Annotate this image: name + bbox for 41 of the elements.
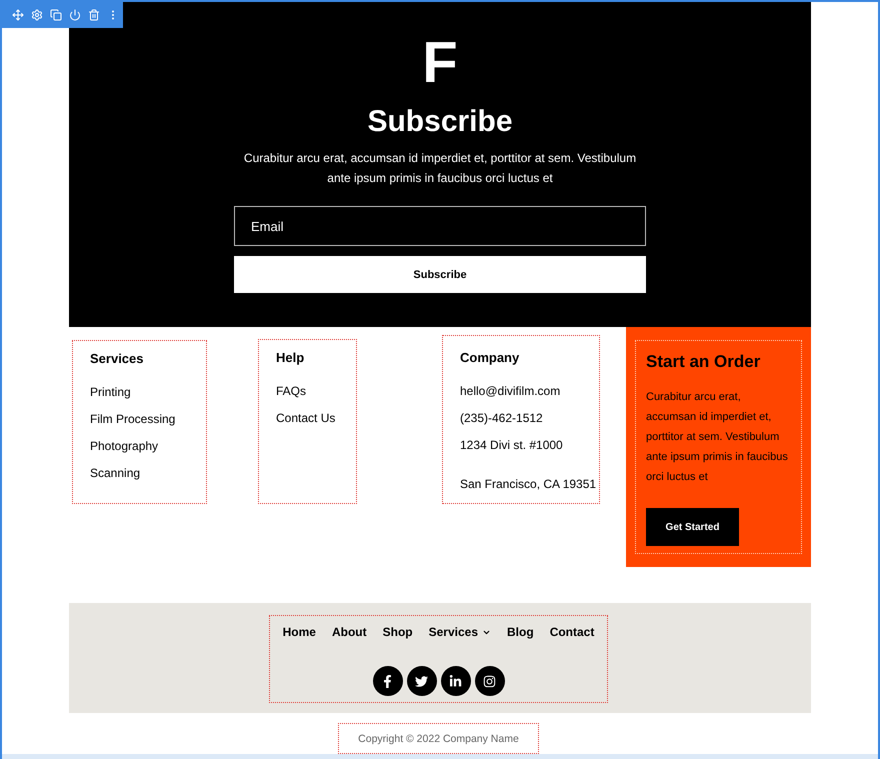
camera-icon [483, 674, 496, 688]
footer-link[interactable]: Film Processing [90, 411, 206, 427]
footer-link[interactable]: FAQs [276, 383, 356, 399]
nav-link[interactable]: Contact [550, 623, 594, 641]
address-line: San Francisco, CA 19351 [460, 476, 598, 492]
get-started-button[interactable]: Get Started [646, 508, 739, 546]
section-title: Subscribe [367, 104, 513, 140]
footer-link[interactable]: Printing [90, 384, 206, 400]
social-button[interactable] [372, 666, 402, 696]
social-button[interactable] [474, 666, 504, 696]
social-button[interactable] [440, 666, 470, 696]
section-description: Curabitur arcu erat, accumsan id imperdiet et, porttitor at sem. Vestibulum ante ipsum primis in faucibus orci luctus et [242, 150, 638, 187]
phone-number: (235)-462-1512 [460, 410, 544, 426]
nav-link[interactable]: Home [282, 623, 316, 641]
move-icon[interactable] [12, 9, 24, 21]
order-description: Curabitur arcu erat, accumsan id imperdiet et, porttitor at sem. Vestibulum ante ipsum primis in faucibus orci luctus et [646, 390, 789, 485]
email-link[interactable]: hello@divifilm.com [460, 383, 599, 399]
email-field[interactable]: Email [234, 206, 646, 246]
nav-link[interactable]: Services [428, 623, 492, 641]
column-heading: Company [460, 350, 520, 366]
footer-link[interactable]: Photography [90, 438, 206, 454]
settings-icon[interactable] [31, 9, 43, 21]
footer-link[interactable]: Contact Us [276, 410, 356, 426]
linkedin-icon [449, 674, 462, 688]
facebook-icon [381, 674, 394, 688]
nav-link[interactable]: About [332, 623, 367, 641]
address-line: 1234 Divi st. #1000 [460, 437, 564, 453]
logo: F [422, 32, 458, 94]
copyright-text: Copyright © 2022 Company Name [358, 732, 519, 744]
nav-link[interactable]: Blog [507, 623, 534, 641]
duplicate-icon[interactable] [50, 9, 62, 21]
order-title: Start an Order [646, 351, 762, 373]
column-heading: Services [90, 351, 144, 367]
bird-icon [415, 674, 428, 688]
subscribe-button[interactable]: Subscribe [234, 256, 646, 293]
power-icon[interactable] [69, 9, 81, 21]
social-button[interactable] [406, 666, 436, 696]
column-heading: Help [276, 350, 306, 366]
nav-link[interactable]: Shop [382, 623, 413, 641]
trash-icon[interactable] [88, 9, 100, 21]
footer-link[interactable]: Scanning [90, 465, 206, 481]
